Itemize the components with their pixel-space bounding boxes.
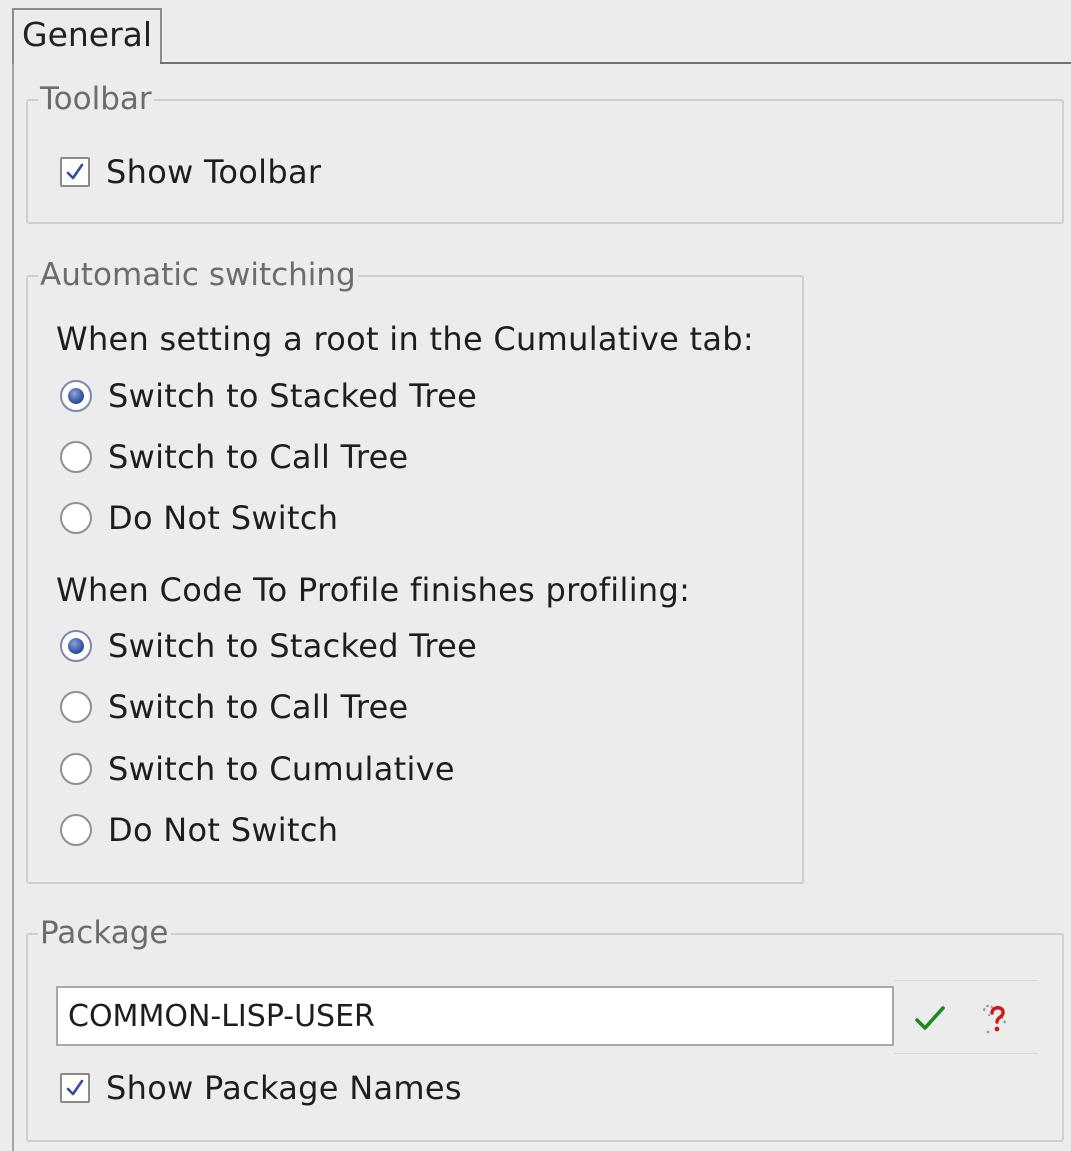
cumulative-option-do-not-switch[interactable]: Do Not Switch — [60, 498, 338, 538]
show-toolbar-label: Show Toolbar — [106, 153, 322, 191]
cumulative-option-stacked-tree[interactable]: Switch to Stacked Tree — [60, 376, 477, 416]
show-package-names-label: Show Package Names — [106, 1069, 462, 1107]
profile-option-call-tree[interactable]: Switch to Call Tree — [60, 687, 409, 727]
show-package-names-checkbox-box[interactable] — [60, 1073, 90, 1103]
radio-label: Switch to Cumulative — [108, 750, 455, 788]
radio-button[interactable] — [60, 441, 92, 473]
radio-button-selected[interactable] — [60, 380, 92, 412]
radio-label: Switch to Call Tree — [108, 438, 409, 476]
question-help-icon — [983, 1004, 1007, 1034]
radio-label: Switch to Call Tree — [108, 688, 409, 726]
radio-button[interactable] — [60, 691, 92, 723]
show-toolbar-checkbox[interactable]: Show Toolbar — [60, 152, 321, 192]
package-input[interactable] — [56, 986, 894, 1046]
package-button-group — [894, 980, 1038, 1054]
help-button[interactable] — [976, 997, 1020, 1041]
show-package-names-checkbox[interactable]: Show Package Names — [60, 1068, 462, 1108]
radio-button[interactable] — [60, 502, 92, 534]
radio-button[interactable] — [60, 753, 92, 785]
cumulative-prompt: When setting a root in the Cumulative ta… — [56, 320, 754, 358]
radio-label: Do Not Switch — [108, 811, 339, 849]
radio-button[interactable] — [60, 814, 92, 846]
automatic-switching-legend: Automatic switching — [40, 257, 356, 293]
package-group-legend: Package — [40, 915, 169, 951]
checkmark-icon — [66, 163, 84, 180]
checkmark-icon — [66, 1079, 84, 1096]
profile-option-do-not-switch[interactable]: Do Not Switch — [60, 810, 338, 850]
tab-general[interactable]: General — [12, 8, 162, 64]
cumulative-option-call-tree[interactable]: Switch to Call Tree — [60, 437, 409, 477]
profile-option-stacked-tree[interactable]: Switch to Stacked Tree — [60, 626, 477, 666]
radio-button-selected[interactable] — [60, 630, 92, 662]
radio-label: Do Not Switch — [108, 499, 339, 537]
profile-prompt: When Code To Profile finishes profiling: — [56, 571, 691, 609]
tab-strip: General — [0, 0, 1071, 64]
confirm-package-button[interactable] — [908, 997, 952, 1041]
toolbar-group-legend: Toolbar — [40, 81, 152, 117]
checkmark-icon — [915, 1006, 945, 1030]
show-toolbar-checkbox-box[interactable] — [60, 157, 90, 187]
profile-option-cumulative[interactable]: Switch to Cumulative — [60, 749, 455, 789]
radio-label: Switch to Stacked Tree — [108, 377, 478, 415]
radio-label: Switch to Stacked Tree — [108, 627, 478, 665]
